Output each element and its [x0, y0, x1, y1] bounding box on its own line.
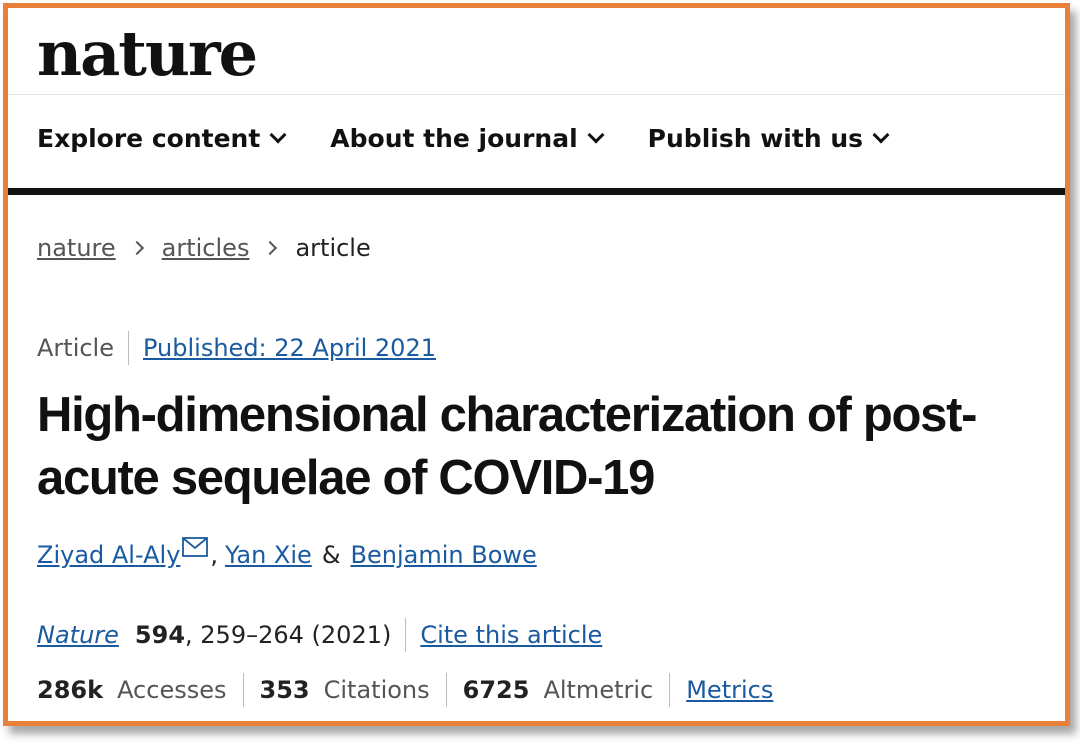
volume: 594: [134, 621, 186, 649]
cite-this-article-link[interactable]: Cite this article: [420, 621, 602, 649]
published-date-link[interactable]: Published: 22 April 2021: [143, 334, 436, 362]
journal-link[interactable]: Nature: [37, 621, 119, 649]
chevron-right-icon: [129, 240, 144, 256]
nav-about-journal[interactable]: About the journal: [330, 124, 605, 153]
accesses-label: Accesses: [117, 676, 227, 704]
author-link[interactable]: Yan Xie: [225, 541, 312, 569]
author-separator: ,: [210, 541, 219, 569]
nav-explore-content[interactable]: Explore content: [37, 124, 287, 153]
nav-bottom-rule: [8, 188, 1065, 195]
divider: [242, 673, 244, 707]
author-separator: &: [321, 541, 341, 569]
author-link[interactable]: Ziyad Al-Aly: [37, 541, 180, 569]
breadcrumb-nature[interactable]: nature: [37, 234, 116, 262]
accesses-count: 286k: [37, 676, 104, 704]
main-nav: Explore content About the journal Publis…: [37, 124, 933, 153]
divider: [669, 673, 671, 707]
article-type: Article: [37, 334, 114, 362]
nav-publish-with-us[interactable]: Publish with us: [647, 124, 890, 153]
metrics-row: 286k Accesses 353 Citations 6725 Altmetr…: [37, 673, 773, 707]
citations-label: Citations: [323, 676, 430, 704]
chevron-down-icon: [587, 126, 605, 143]
citation-row: Nature 594 , 259–264 (2021) Cite this ar…: [37, 618, 602, 652]
metrics-link[interactable]: Metrics: [686, 676, 773, 704]
citations-count: 353: [259, 676, 310, 704]
divider: [445, 673, 447, 707]
header-divider: [8, 94, 1065, 95]
author-list: Ziyad Al-Aly , Yan Xie & Benjamin Bowe: [37, 537, 537, 569]
chevron-down-icon: [872, 126, 890, 143]
altmetric-score: 6725: [462, 676, 530, 704]
article-meta: Article Published: 22 April 2021: [37, 331, 436, 365]
pages-year: , 259–264 (2021): [185, 621, 392, 649]
mail-icon[interactable]: [182, 535, 209, 563]
divider: [128, 331, 129, 365]
article-title: High-dimensional characterization of pos…: [37, 388, 977, 505]
nav-label: Explore content: [37, 124, 261, 153]
breadcrumb-current: article: [295, 234, 371, 262]
chevron-right-icon: [263, 240, 278, 256]
chevron-down-icon: [269, 126, 287, 143]
breadcrumb: nature articles article: [37, 234, 371, 262]
breadcrumb-articles[interactable]: articles: [162, 234, 250, 262]
author-link[interactable]: Benjamin Bowe: [351, 541, 537, 569]
screenshot-frame: nature Explore content About the journal…: [3, 3, 1070, 726]
nature-logo[interactable]: nature: [37, 16, 258, 92]
altmetric-label: Altmetric: [543, 676, 654, 704]
nav-label: About the journal: [330, 124, 578, 153]
nav-label: Publish with us: [647, 124, 864, 153]
divider: [405, 618, 407, 652]
